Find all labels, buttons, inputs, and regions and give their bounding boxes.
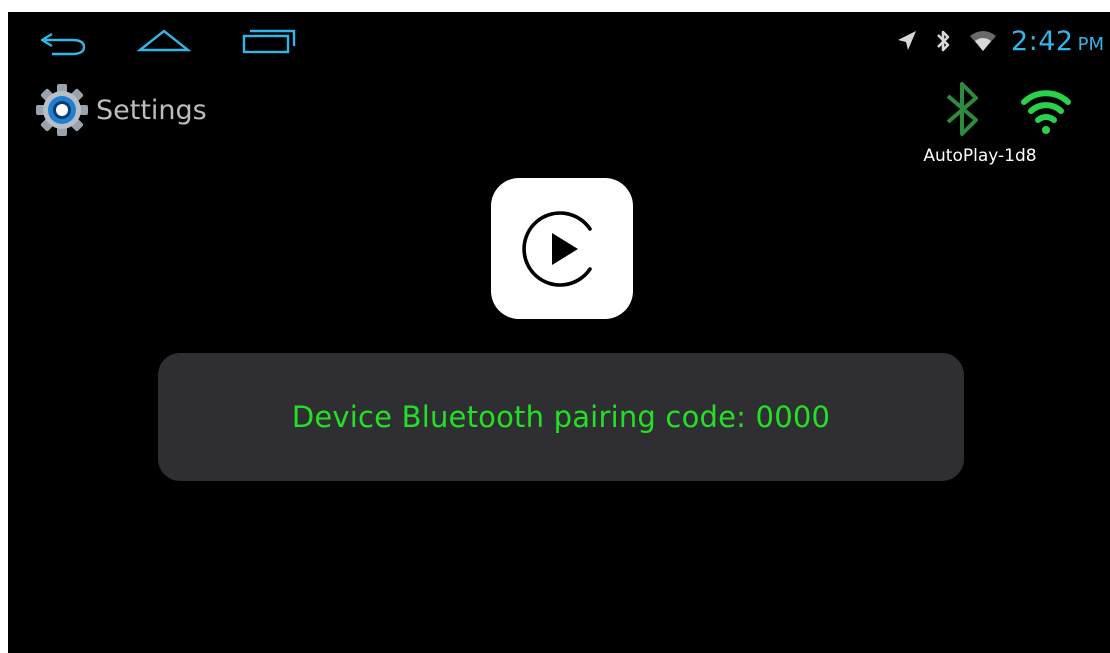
play-icon xyxy=(522,210,592,287)
pairing-code-message: Device Bluetooth pairing code: 0000 xyxy=(291,400,831,434)
app-icon-button[interactable] xyxy=(491,178,633,319)
settings-label: Settings xyxy=(96,94,207,126)
clock-ampm: PM xyxy=(1077,33,1104,55)
bluetooth-icon xyxy=(937,30,950,52)
device-name: AutoPlay-1d8 xyxy=(923,146,1037,166)
bluetooth-connected-icon xyxy=(946,82,978,136)
gear-icon xyxy=(36,84,88,136)
wifi-icon xyxy=(969,31,996,51)
location-arrow-icon xyxy=(897,31,916,50)
connection-status: AutoPlay-1d8 xyxy=(900,78,1090,178)
status-bar: 2:42 PM xyxy=(895,24,1104,58)
home-button[interactable] xyxy=(134,26,194,56)
recent-apps-icon xyxy=(242,29,296,54)
wifi-signal-icon xyxy=(1021,90,1071,134)
pairing-code-panel: Device Bluetooth pairing code: 0000 xyxy=(158,353,964,481)
clock-time: 2:42 xyxy=(1010,25,1074,57)
home-icon xyxy=(136,29,192,52)
recent-apps-button[interactable] xyxy=(238,26,298,56)
settings-button[interactable]: Settings xyxy=(34,82,207,138)
back-icon xyxy=(40,32,86,56)
clock: 2:42 PM xyxy=(1011,26,1104,57)
back-button[interactable] xyxy=(32,26,92,56)
screen: 2:42 PM Settings AutoPlay-1d8 Device Blu… xyxy=(8,12,1110,653)
